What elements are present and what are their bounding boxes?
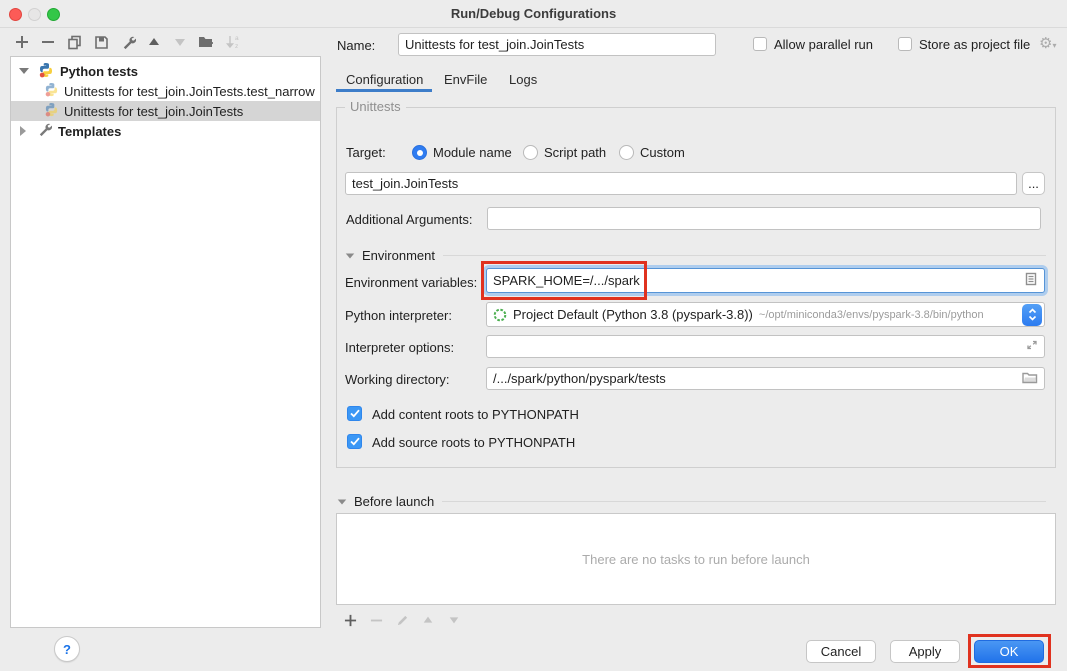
target-custom-label: Custom bbox=[640, 145, 685, 160]
environment-variables-input[interactable]: SPARK_HOME=/.../spark bbox=[486, 268, 1045, 293]
tab-logs[interactable]: Logs bbox=[509, 72, 537, 87]
add-content-roots-checkbox[interactable] bbox=[347, 406, 362, 421]
new-folder-button[interactable] bbox=[196, 32, 216, 52]
active-tab-underline bbox=[336, 89, 432, 92]
tab-configuration[interactable]: Configuration bbox=[346, 72, 423, 87]
tree-item-templates[interactable]: Templates bbox=[11, 121, 320, 141]
before-launch-add-button[interactable] bbox=[340, 610, 360, 630]
run-debug-configurations-dialog: Run/Debug Configurations az bbox=[0, 0, 1067, 671]
additional-arguments-input[interactable] bbox=[487, 207, 1041, 230]
tree-item-label: Templates bbox=[58, 124, 121, 139]
tree-item-label: Unittests for test_join.JoinTests bbox=[64, 104, 243, 119]
browse-folder-icon[interactable] bbox=[1022, 371, 1038, 387]
before-launch-section-header[interactable]: Before launch bbox=[337, 494, 1046, 509]
wrench-icon bbox=[37, 122, 52, 140]
before-launch-section-label: Before launch bbox=[354, 494, 434, 509]
python-interpreter-label: Python interpreter: bbox=[345, 308, 452, 323]
collapse-before-launch-icon[interactable] bbox=[338, 499, 347, 504]
svg-text:a: a bbox=[235, 35, 239, 42]
collapse-environment-icon[interactable] bbox=[346, 253, 355, 258]
working-directory-label: Working directory: bbox=[345, 372, 450, 387]
sort-alphabetically-button[interactable]: az bbox=[224, 32, 244, 52]
environment-variables-label: Environment variables: bbox=[345, 275, 477, 290]
tree-item-unittests-narrow[interactable]: Unittests for test_join.JoinTests.test_n… bbox=[11, 81, 320, 101]
conda-environment-icon bbox=[493, 308, 507, 322]
move-down-button[interactable] bbox=[170, 32, 190, 52]
ok-button[interactable]: OK bbox=[974, 640, 1044, 663]
svg-text:z: z bbox=[235, 43, 238, 50]
expand-field-icon[interactable] bbox=[1026, 339, 1038, 354]
add-source-roots-label: Add source roots to PYTHONPATH bbox=[372, 435, 575, 450]
tree-item-label: Unittests for test_join.JoinTests.test_n… bbox=[64, 84, 315, 99]
section-divider bbox=[443, 255, 1046, 256]
allow-parallel-run-label: Allow parallel run bbox=[774, 37, 873, 52]
interpreter-dropdown-stepper[interactable] bbox=[1022, 304, 1042, 326]
add-configuration-button[interactable] bbox=[12, 32, 32, 52]
tree-item-label: Python tests bbox=[60, 64, 138, 79]
save-configuration-button[interactable] bbox=[91, 32, 111, 52]
before-launch-move-up-button[interactable] bbox=[418, 610, 438, 630]
before-launch-move-down-button[interactable] bbox=[444, 610, 464, 630]
python-test-icon bbox=[44, 82, 59, 100]
python-test-icon bbox=[44, 102, 59, 120]
store-as-project-file-label: Store as project file bbox=[919, 37, 1030, 52]
add-content-roots-label: Add content roots to PYTHONPATH bbox=[372, 407, 579, 422]
environment-section-header[interactable]: Environment bbox=[345, 248, 1046, 263]
python-interpreter-select[interactable]: Project Default (Python 3.8 (pyspark-3.8… bbox=[486, 302, 1045, 327]
target-script-path-label: Script path bbox=[544, 145, 606, 160]
interpreter-options-label: Interpreter options: bbox=[345, 340, 454, 355]
tab-envfile[interactable]: EnvFile bbox=[444, 72, 487, 87]
title-bar[interactable]: Run/Debug Configurations bbox=[0, 0, 1067, 28]
before-launch-remove-button[interactable] bbox=[366, 610, 386, 630]
additional-arguments-label: Additional Arguments: bbox=[346, 212, 472, 227]
target-module-name-label: Module name bbox=[433, 145, 512, 160]
browse-module-button[interactable]: ... bbox=[1022, 172, 1045, 195]
tree-item-unittests-jointests-selected[interactable]: Unittests for test_join.JoinTests bbox=[11, 101, 320, 121]
edit-variables-icon[interactable] bbox=[1024, 272, 1038, 289]
target-custom-radio[interactable] bbox=[619, 145, 634, 160]
target-module-input[interactable]: test_join.JoinTests bbox=[345, 172, 1017, 195]
python-tests-icon bbox=[38, 62, 54, 81]
remove-configuration-button[interactable] bbox=[38, 32, 58, 52]
cancel-button[interactable]: Cancel bbox=[806, 640, 876, 663]
environment-section-label: Environment bbox=[362, 248, 435, 263]
add-source-roots-checkbox[interactable] bbox=[347, 434, 362, 449]
section-divider bbox=[442, 501, 1046, 502]
before-launch-edit-button[interactable] bbox=[392, 610, 412, 630]
edit-templates-icon[interactable] bbox=[118, 32, 138, 52]
target-module-name-radio[interactable] bbox=[412, 145, 427, 160]
interpreter-path: ~/opt/miniconda3/envs/pyspark-3.8/bin/py… bbox=[759, 309, 984, 321]
interpreter-options-input[interactable] bbox=[486, 335, 1045, 358]
before-launch-task-list[interactable]: There are no tasks to run before launch bbox=[336, 513, 1056, 605]
tree-item-python-tests[interactable]: Python tests bbox=[11, 61, 320, 81]
allow-parallel-run-checkbox[interactable] bbox=[753, 37, 767, 51]
working-directory-input[interactable]: /.../spark/python/pyspark/tests bbox=[486, 367, 1045, 390]
configurations-tree: Python tests Unittests for test_join.Joi… bbox=[10, 56, 321, 628]
help-button[interactable]: ? bbox=[54, 636, 80, 662]
move-up-button[interactable] bbox=[144, 32, 164, 52]
expand-arrow-icon[interactable] bbox=[20, 126, 26, 136]
collapse-arrow-icon[interactable] bbox=[19, 68, 29, 74]
name-input[interactable]: Unittests for test_join.JoinTests bbox=[398, 33, 716, 56]
unittests-group-label: Unittests bbox=[345, 99, 406, 114]
target-label: Target: bbox=[346, 145, 386, 160]
before-launch-empty-message: There are no tasks to run before launch bbox=[582, 552, 810, 567]
target-script-path-radio[interactable] bbox=[523, 145, 538, 160]
store-as-project-file-checkbox[interactable] bbox=[898, 37, 912, 51]
name-label: Name: bbox=[337, 38, 375, 53]
store-options-gear-icon[interactable]: ⚙▾ bbox=[1039, 36, 1056, 51]
apply-button[interactable]: Apply bbox=[890, 640, 960, 663]
copy-configuration-button[interactable] bbox=[64, 32, 84, 52]
window-title: Run/Debug Configurations bbox=[0, 6, 1067, 21]
